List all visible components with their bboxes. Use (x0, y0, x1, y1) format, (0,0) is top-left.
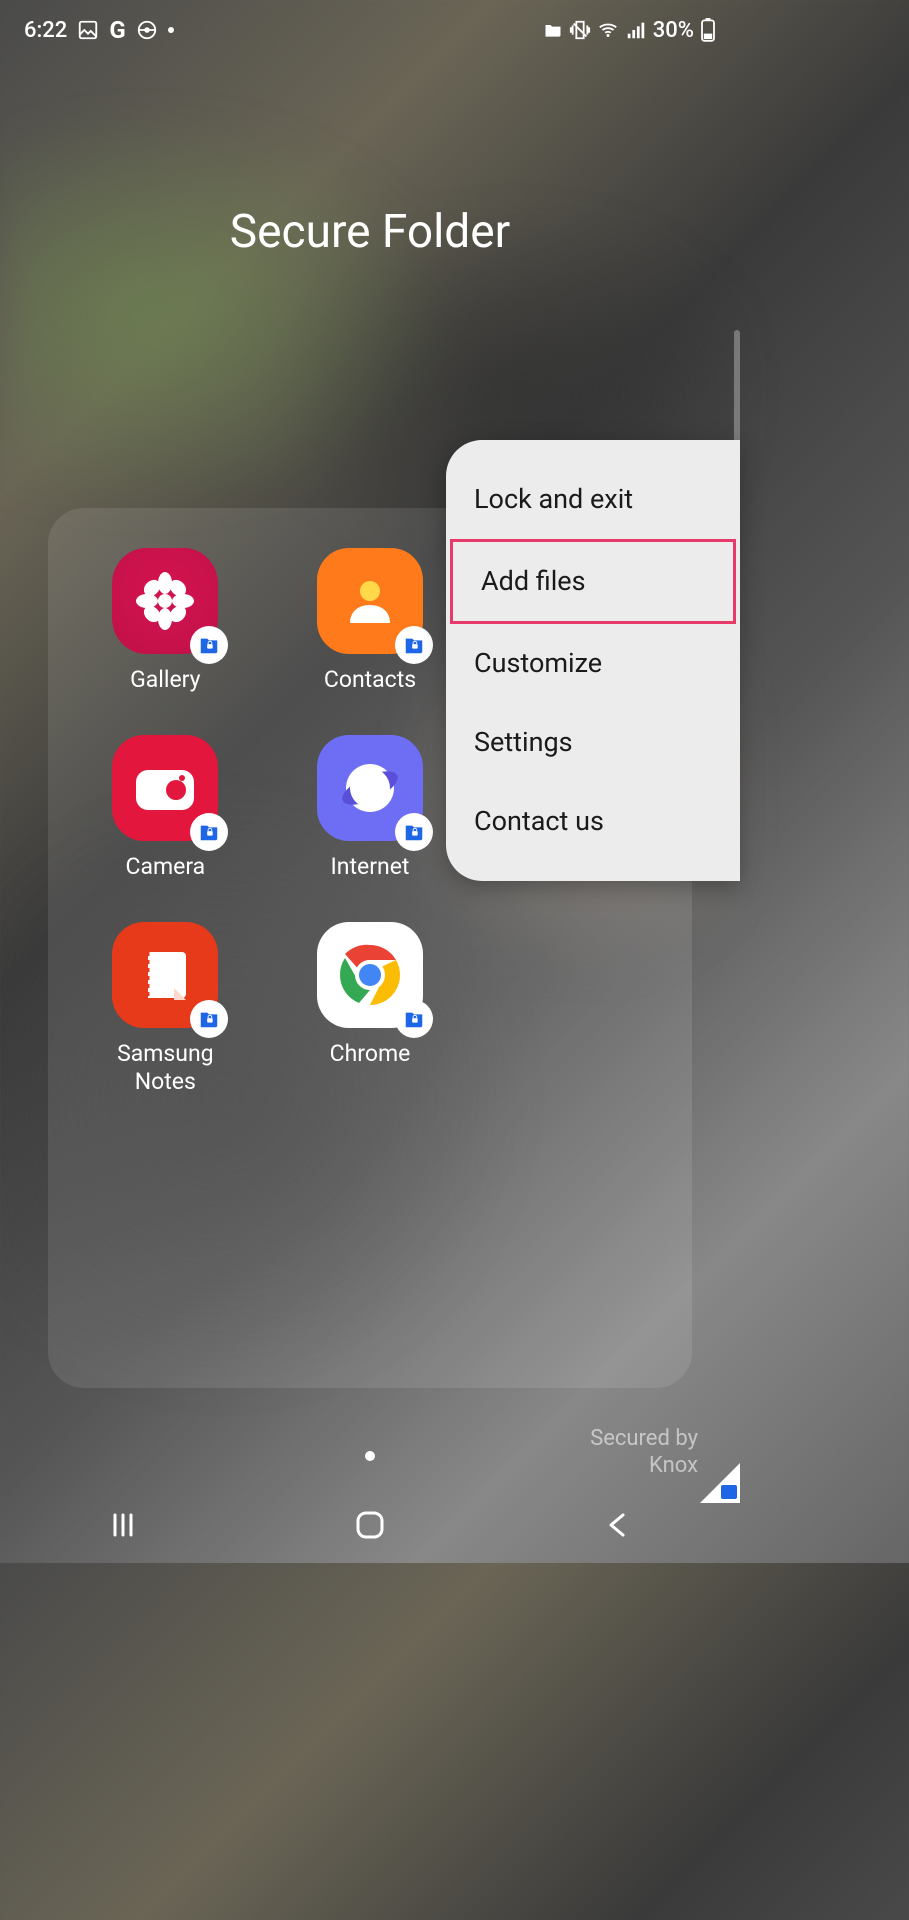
page-indicator (365, 1451, 375, 1461)
secure-badge-icon (395, 626, 433, 664)
menu-item-lock-exit[interactable]: Lock and exit (446, 460, 740, 539)
app-contacts[interactable]: Contacts (273, 548, 468, 695)
app-label: Camera (125, 853, 205, 882)
secure-badge-icon (395, 813, 433, 851)
gallery-icon (112, 548, 218, 654)
clock: 6:22 (24, 18, 67, 43)
page-title: Secure Folder (0, 205, 740, 259)
home-button[interactable] (350, 1505, 390, 1545)
app-label: Samsung Notes (117, 1040, 214, 1098)
app-label: Internet (331, 853, 410, 882)
menu-item-settings[interactable]: Settings (446, 703, 740, 782)
knox-line1: Secured by (590, 1426, 698, 1452)
app-label: Chrome (330, 1040, 411, 1069)
image-icon (77, 19, 99, 41)
app-label: Contacts (324, 666, 416, 695)
chrome-icon (317, 922, 423, 1028)
internet-icon (317, 735, 423, 841)
signal-icon (625, 19, 647, 41)
overflow-menu: Lock and exit Add files Customize Settin… (446, 440, 740, 881)
more-dot-icon (168, 27, 174, 33)
contacts-icon (317, 548, 423, 654)
app-label: Gallery (130, 666, 200, 695)
secure-badge-icon (395, 1000, 433, 1038)
app-camera[interactable]: Camera (68, 735, 263, 882)
knox-line2: Knox (590, 1453, 698, 1479)
secure-badge-icon (190, 626, 228, 664)
wifi-icon (597, 19, 619, 41)
navigation-bar (0, 1487, 740, 1563)
battery-text: 30% (653, 18, 694, 43)
battery-icon (700, 18, 716, 42)
app-gallery[interactable]: Gallery (68, 548, 263, 695)
notes-icon (112, 922, 218, 1028)
menu-item-add-files[interactable]: Add files (450, 539, 736, 624)
app-samsung-notes[interactable]: Samsung Notes (68, 922, 263, 1098)
secure-badge-icon (190, 1000, 228, 1038)
secure-badge-icon (190, 813, 228, 851)
status-right: 30% (543, 18, 716, 43)
pokeball-icon (136, 19, 158, 41)
folder-lock-icon (543, 20, 563, 40)
google-icon: G (109, 16, 125, 44)
status-left: 6:22 G (24, 16, 174, 44)
secured-by-knox: Secured by Knox (590, 1426, 698, 1479)
app-internet[interactable]: Internet (273, 735, 468, 882)
recents-button[interactable] (103, 1505, 143, 1545)
menu-item-customize[interactable]: Customize (446, 624, 740, 703)
camera-icon (112, 735, 218, 841)
app-chrome[interactable]: Chrome (273, 922, 468, 1098)
back-button[interactable] (597, 1505, 637, 1545)
vibrate-icon (569, 19, 591, 41)
menu-item-contact-us[interactable]: Contact us (446, 782, 740, 861)
status-bar: 6:22 G 30% (0, 0, 740, 60)
